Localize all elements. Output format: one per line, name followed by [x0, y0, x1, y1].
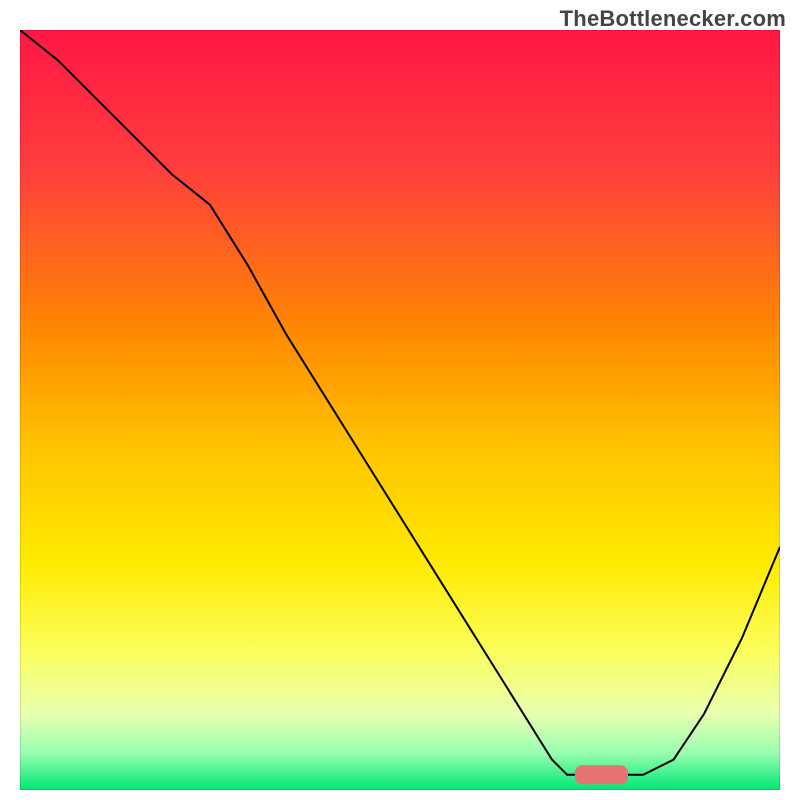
- chart-background: [20, 30, 780, 790]
- chart-svg: [20, 30, 780, 790]
- chart-plot-area: [20, 30, 780, 790]
- watermark-text: TheBottlenecker.com: [560, 6, 786, 32]
- optimal-range-marker: [575, 765, 628, 784]
